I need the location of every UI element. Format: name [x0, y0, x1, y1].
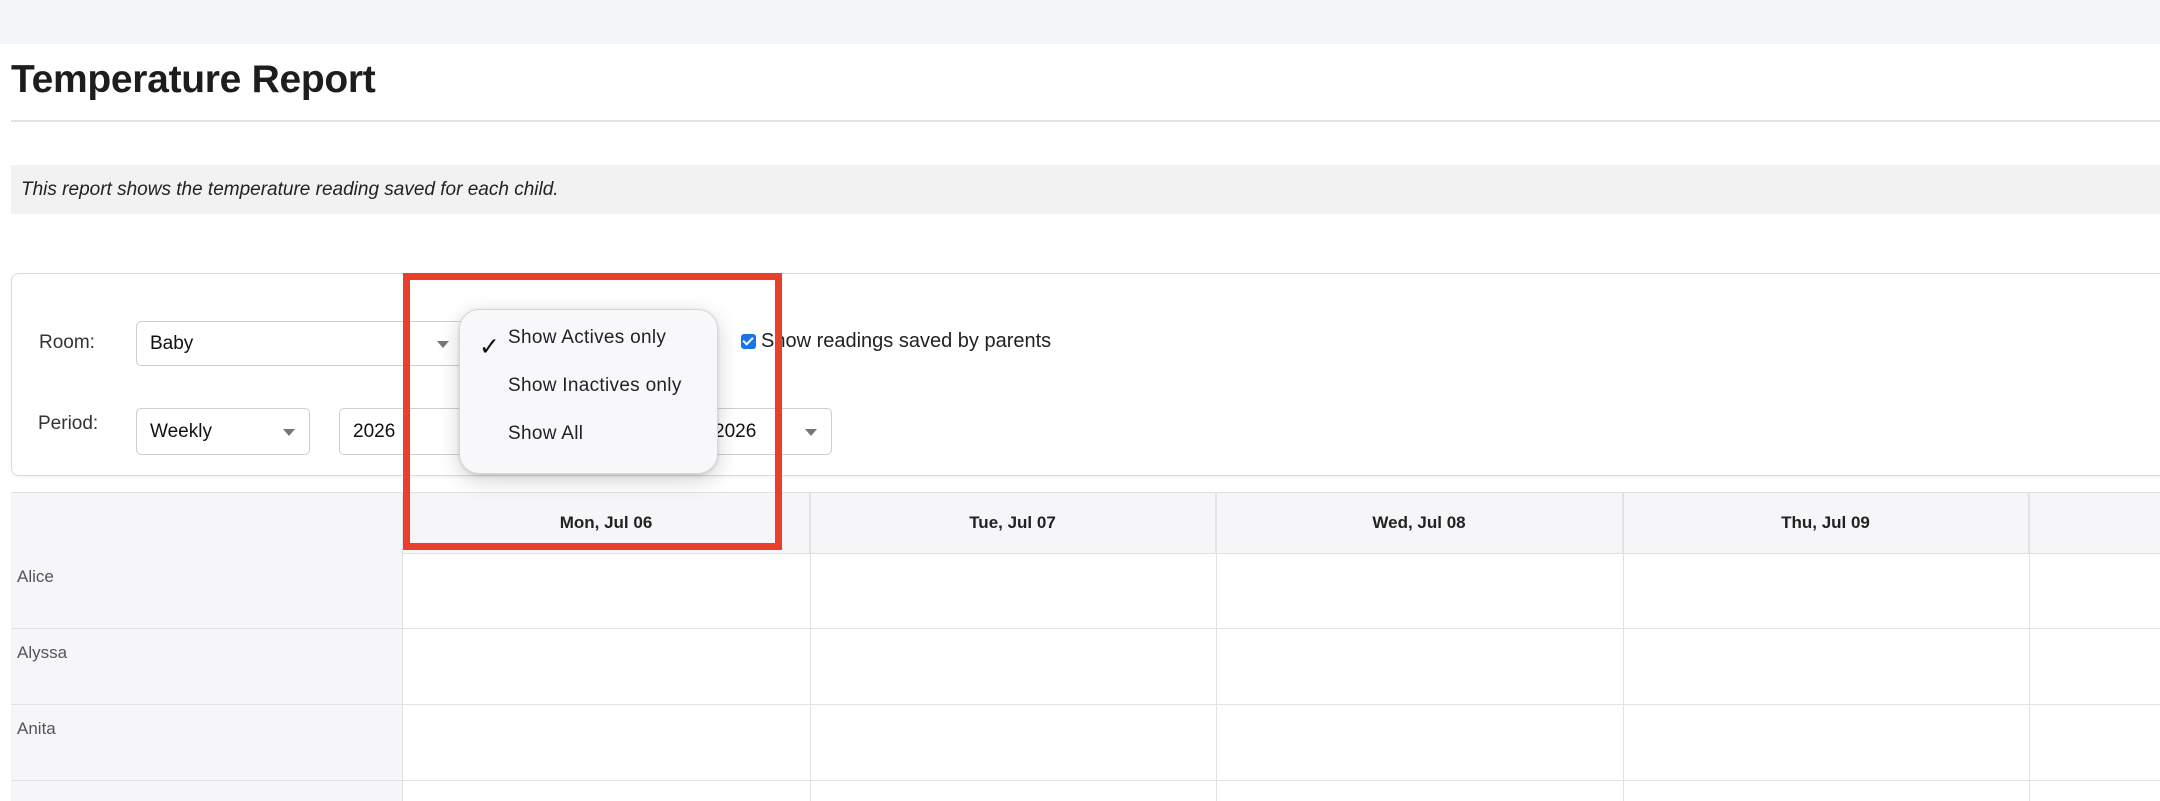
filter-panel	[11, 273, 2160, 476]
table-row: Alyssa	[11, 629, 2160, 705]
report-description-text: This report shows the temperature readin…	[21, 178, 559, 200]
year-start-value: 2026	[353, 420, 396, 442]
column-header-label: Thu, Jul 09	[1781, 513, 1870, 532]
column-header-label: Tue, Jul 07	[969, 513, 1056, 532]
table-row: Alice	[11, 553, 2160, 629]
column-header: Tue, Jul 07	[810, 493, 1216, 553]
period-label: Period:	[38, 413, 99, 434]
show-parents-label: Show readings saved by parents	[761, 330, 1052, 352]
menu-item-label: Show All	[508, 423, 584, 444]
status-filter-menu: ✓ Show Actives only Show Inactives only …	[459, 309, 718, 474]
top-bar	[0, 0, 2160, 44]
chevron-down-icon	[805, 428, 817, 436]
period-select[interactable]: Weekly	[136, 408, 310, 455]
title-divider	[11, 120, 2160, 122]
temperature-table: Mon, Jul 06 Tue, Jul 07 Wed, Jul 08 Thu,…	[11, 492, 2160, 801]
report-description: This report shows the temperature readin…	[11, 165, 2160, 214]
column-header: Wed, Jul 08	[1216, 493, 1623, 553]
column-header: Thu, Jul 09	[1623, 493, 2029, 553]
menu-item-show-all[interactable]: Show All	[508, 423, 583, 445]
period-select-value: Weekly	[150, 420, 212, 442]
room-select-value: Baby	[150, 332, 194, 354]
table-row: Anita	[11, 705, 2160, 781]
menu-item-show-actives[interactable]: Show Actives only	[508, 327, 666, 349]
column-divider	[2029, 493, 2030, 801]
column-divider	[1216, 493, 1217, 801]
column-divider	[810, 493, 811, 801]
child-name: Alyssa	[17, 643, 68, 662]
menu-item-label: Show Inactives only	[508, 375, 682, 396]
column-header-label: Wed, Jul 08	[1372, 513, 1466, 532]
checkmark-icon: ✓	[479, 333, 500, 361]
menu-item-show-inactives[interactable]: Show Inactives only	[508, 375, 682, 397]
child-name: Alice	[17, 567, 54, 586]
menu-item-label: Show Actives only	[508, 327, 667, 348]
chevron-down-icon	[283, 428, 295, 436]
page-title: Temperature Report	[11, 58, 376, 101]
child-name: Anita	[17, 719, 56, 738]
show-parents-toggle[interactable]: Show readings saved by parents	[741, 330, 1051, 353]
column-divider	[1623, 493, 1624, 801]
room-label: Room:	[39, 332, 95, 353]
